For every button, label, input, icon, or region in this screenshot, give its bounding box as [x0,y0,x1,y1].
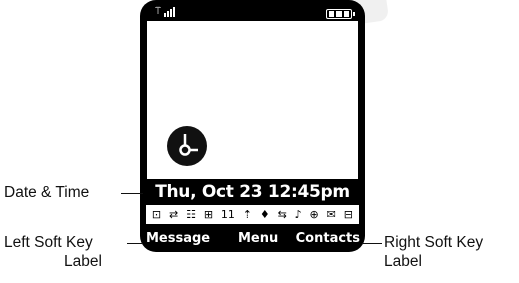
indicator-icon: ☷ [186,208,196,221]
indicator-icon: ⊟ [343,208,353,221]
soft-key-bar: Message Menu Contacts [140,228,365,250]
left-soft-key-callout-line1: Left Soft Key [4,234,93,251]
left-soft-key-leader-line [127,243,143,245]
indicator-icon: ⊞ [203,208,214,221]
indicator-icon: ⊡ [151,208,162,221]
indicator-icon: ⇆ [277,208,287,221]
home-display [147,21,358,179]
right-soft-key-leader-line [362,243,382,245]
menu-key[interactable]: Menu [238,228,278,250]
date-time-callout: Date & Time [4,184,90,201]
left-soft-key-callout-line2: Label [64,253,102,270]
indicator-icon: 11 [220,208,235,221]
phone-screen: ⍡ Thu, Oct 23 12:45pm ⊡ ⇄ ☷ ⊞ 11 ⇡ ♦ ⇆ ♪… [140,0,365,252]
status-indicators-bar: ⊡ ⇄ ☷ ⊞ 11 ⇡ ♦ ⇆ ♪ ⊕ ✉ ⊟ [146,205,359,224]
left-soft-key[interactable]: Message [146,228,210,250]
battery-icon [326,9,355,19]
signal-strength-icon: ⍡ [155,7,175,17]
right-soft-key[interactable]: Contacts [296,228,360,250]
indicator-icon: ⇄ [169,208,179,221]
date-time-leader-line [121,193,143,195]
indicator-icon: ♪ [294,208,302,221]
indicator-icon: ⇡ [242,208,252,221]
right-soft-key-callout-line2: Label [384,253,422,270]
right-soft-key-callout-line1: Right Soft Key [384,234,484,251]
clock-icon [167,126,207,166]
indicator-icon: ✉ [326,208,336,221]
indicator-icon: ⊕ [309,208,319,221]
date-time-display: Thu, Oct 23 12:45pm [155,182,350,202]
indicator-icon: ♦ [259,208,270,221]
